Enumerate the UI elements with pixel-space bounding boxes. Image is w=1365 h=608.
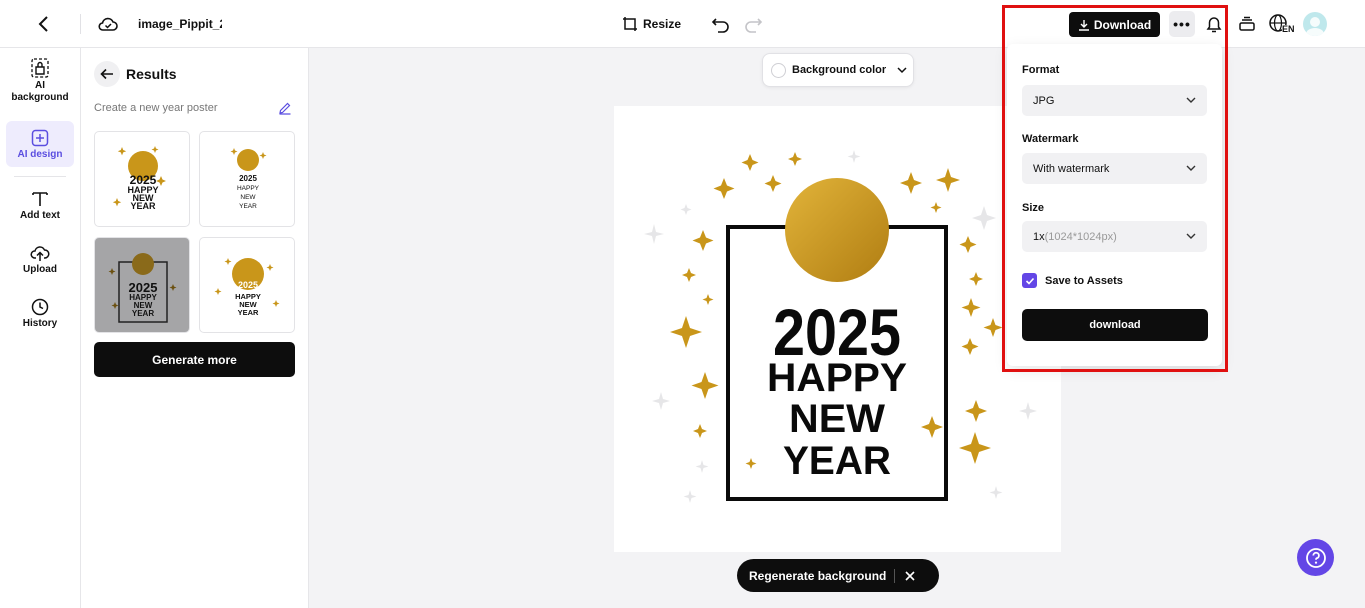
nav-label: History bbox=[22, 318, 58, 329]
close-icon[interactable] bbox=[904, 570, 916, 582]
stack-icon[interactable] bbox=[1236, 13, 1258, 35]
ai-design-icon bbox=[31, 129, 49, 147]
nav-divider bbox=[14, 176, 66, 177]
nav-label: AI design bbox=[17, 149, 63, 160]
language-icon[interactable]: EN bbox=[1267, 12, 1295, 36]
nav-item-upload[interactable]: Upload bbox=[6, 244, 74, 280]
thumb-line: YEAR bbox=[132, 309, 154, 318]
thumb-line: YEAR bbox=[130, 201, 156, 211]
thumb-line: YEAR bbox=[239, 203, 257, 210]
panel-title: Results bbox=[126, 66, 177, 82]
file-name[interactable]: image_Pippit_20 bbox=[138, 17, 222, 31]
chevron-down-icon bbox=[897, 67, 907, 74]
thumb-line: NEW bbox=[240, 194, 256, 201]
regenerate-background-bar: Regenerate background bbox=[737, 559, 939, 592]
results-panel: Results Create a new year poster 2025 HA… bbox=[81, 48, 309, 608]
result-thumbnail[interactable]: 2025 HAPPY NEW YEAR bbox=[199, 131, 295, 227]
avatar[interactable] bbox=[1303, 12, 1327, 36]
poster-line: YEAR bbox=[783, 439, 891, 483]
thumb-year: 2025 bbox=[239, 174, 257, 183]
color-swatch bbox=[771, 62, 786, 78]
background-color-label: Background color bbox=[792, 64, 887, 76]
nav-item-ai-design[interactable]: AI design bbox=[6, 121, 74, 167]
history-icon bbox=[31, 298, 49, 316]
ai-background-icon bbox=[31, 58, 49, 78]
nav-label: Upload bbox=[23, 264, 57, 275]
nav-item-ai-background[interactable]: AI background bbox=[6, 58, 74, 110]
prompt-text: Create a new year poster bbox=[94, 102, 218, 114]
nav-label: AI background bbox=[11, 80, 69, 103]
divider bbox=[894, 568, 896, 583]
generate-more-button[interactable]: Generate more bbox=[94, 342, 295, 377]
thumb-line: YEAR bbox=[238, 308, 259, 317]
back-arrow-icon[interactable] bbox=[94, 61, 120, 87]
poster-thumbnail-image: 2025 HAPPY NEW YEAR bbox=[230, 148, 267, 210]
nav-item-add-text[interactable]: Add text bbox=[6, 190, 74, 226]
poster-line: HAPPY bbox=[767, 356, 907, 400]
design-canvas[interactable]: 2025 HAPPY NEW YEAR bbox=[614, 106, 1061, 552]
background-color-button[interactable]: Background color bbox=[762, 53, 914, 87]
poster-line: NEW bbox=[789, 397, 885, 441]
poster-thumbnail-image: 2025 HAPPY NEW YEAR bbox=[112, 146, 166, 211]
result-thumbnail[interactable]: 2025 HAPPY NEW YEAR bbox=[199, 237, 295, 333]
highlight-box bbox=[1002, 5, 1228, 372]
upload-icon bbox=[30, 246, 50, 261]
poster-thumbnail-image: 2025 HAPPY NEW YEAR bbox=[214, 258, 280, 317]
resize-button[interactable]: Resize bbox=[622, 13, 681, 35]
regenerate-background-button[interactable]: Regenerate background bbox=[749, 569, 886, 583]
help-icon[interactable] bbox=[1297, 539, 1334, 576]
undo-icon[interactable] bbox=[710, 13, 732, 35]
back-icon[interactable] bbox=[30, 12, 58, 36]
left-navigation: AI background AI design Add text Upload … bbox=[0, 48, 81, 608]
resize-label: Resize bbox=[643, 17, 682, 31]
redo-icon[interactable] bbox=[742, 13, 764, 35]
nav-item-history[interactable]: History bbox=[6, 298, 74, 334]
poster-thumbnail-image: 2025 HAPPY NEW YEAR bbox=[108, 253, 177, 323]
nav-label: Add text bbox=[20, 210, 60, 221]
edit-icon[interactable] bbox=[278, 101, 292, 115]
resize-icon bbox=[623, 17, 637, 31]
new-year-poster: 2025 HAPPY NEW YEAR bbox=[644, 150, 1037, 503]
language-code: EN bbox=[1282, 24, 1295, 34]
thumb-year: 2025 bbox=[238, 280, 258, 290]
result-thumbnail-selected[interactable]: 2025 HAPPY NEW YEAR bbox=[94, 237, 190, 333]
text-icon bbox=[32, 192, 48, 206]
cloud-sync-icon[interactable] bbox=[96, 12, 120, 36]
result-thumbnail[interactable]: 2025 HAPPY NEW YEAR bbox=[94, 131, 190, 227]
thumb-line: HAPPY bbox=[237, 185, 260, 192]
divider bbox=[80, 14, 81, 34]
